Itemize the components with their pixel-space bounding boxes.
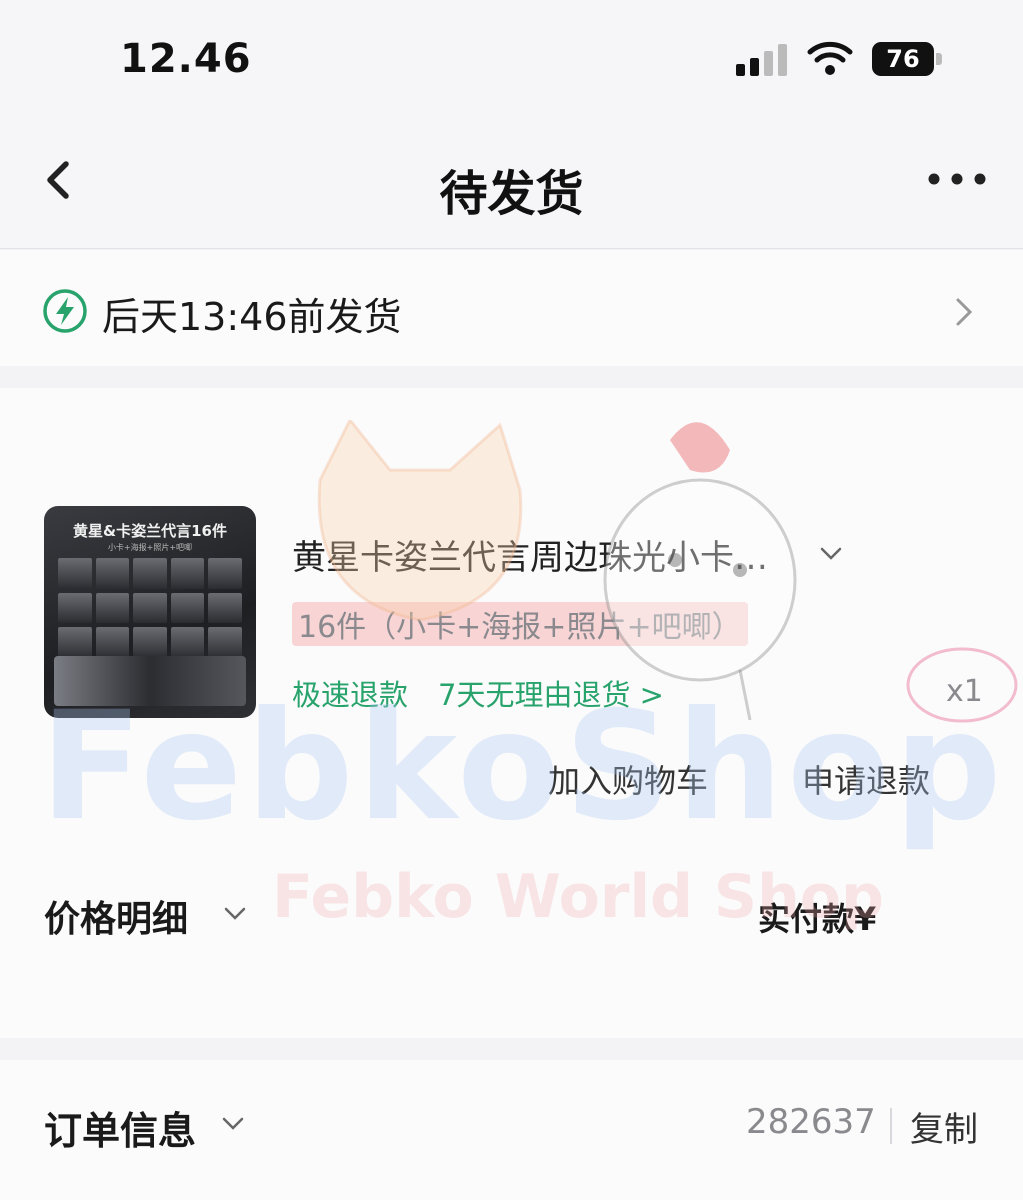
status-bar: 12.46 76 (0, 0, 1023, 120)
add-to-cart-button[interactable]: 加入购物车 (548, 756, 708, 802)
battery-indicator: 76 (872, 42, 934, 76)
price-details-label[interactable]: 价格明细 (44, 890, 188, 942)
order-info-row: 订单信息 282637 复制 (0, 1060, 1023, 1200)
divider (890, 1108, 892, 1144)
more-options-icon[interactable] (924, 164, 990, 194)
shipping-deadline-text: 后天13:46前发货 (102, 295, 402, 339)
chevron-down-icon[interactable] (220, 1116, 246, 1132)
page-title: 待发货 (439, 166, 584, 222)
copy-button[interactable]: 复制 (910, 1102, 978, 1151)
product-thumbnail[interactable]: 黄星&卡姿兰代言16件 小卡+海报+照片+吧唧 (44, 506, 256, 718)
chevron-down-icon[interactable] (818, 546, 844, 562)
lightning-icon (43, 289, 87, 333)
shipping-deadline-row[interactable]: 后天13:46前发货 (0, 250, 1023, 366)
request-refund-button[interactable]: 申请退款 (802, 756, 930, 802)
wifi-icon (807, 41, 853, 75)
quantity-label: x1 (946, 674, 983, 709)
battery-tip (936, 53, 942, 65)
fast-refund-badge: 极速退款 (292, 678, 409, 712)
nav-bar: 待发货 (0, 120, 1023, 249)
chevron-down-icon[interactable] (222, 906, 248, 922)
amount-paid-label: 实付款¥ (758, 900, 877, 938)
thumbnail-title: 黄星&卡姿兰代言16件 (73, 522, 227, 540)
product-card: 黄星&卡姿兰代言16件 小卡+海报+照片+吧唧 黄星卡姿兰代言周边珠光小卡… 1… (0, 388, 1023, 1038)
status-time: 12.46 (120, 36, 252, 82)
product-title[interactable]: 黄星卡姿兰代言周边珠光小卡… (292, 530, 802, 579)
thumbnail-subtitle: 小卡+海报+照片+吧唧 (107, 543, 193, 552)
thumbnail-banner-photo (54, 656, 246, 706)
return-policy-link[interactable]: 7天无理由退货 > (438, 672, 664, 714)
thumbnail-photo-grid (58, 558, 242, 658)
chevron-right-icon (956, 298, 973, 326)
order-info-label[interactable]: 订单信息 (44, 1100, 196, 1155)
product-variant: 16件（小卡+海报+照片+吧唧） (292, 602, 748, 646)
order-number: 282637 (746, 1102, 876, 1142)
signal-icon (736, 44, 788, 76)
